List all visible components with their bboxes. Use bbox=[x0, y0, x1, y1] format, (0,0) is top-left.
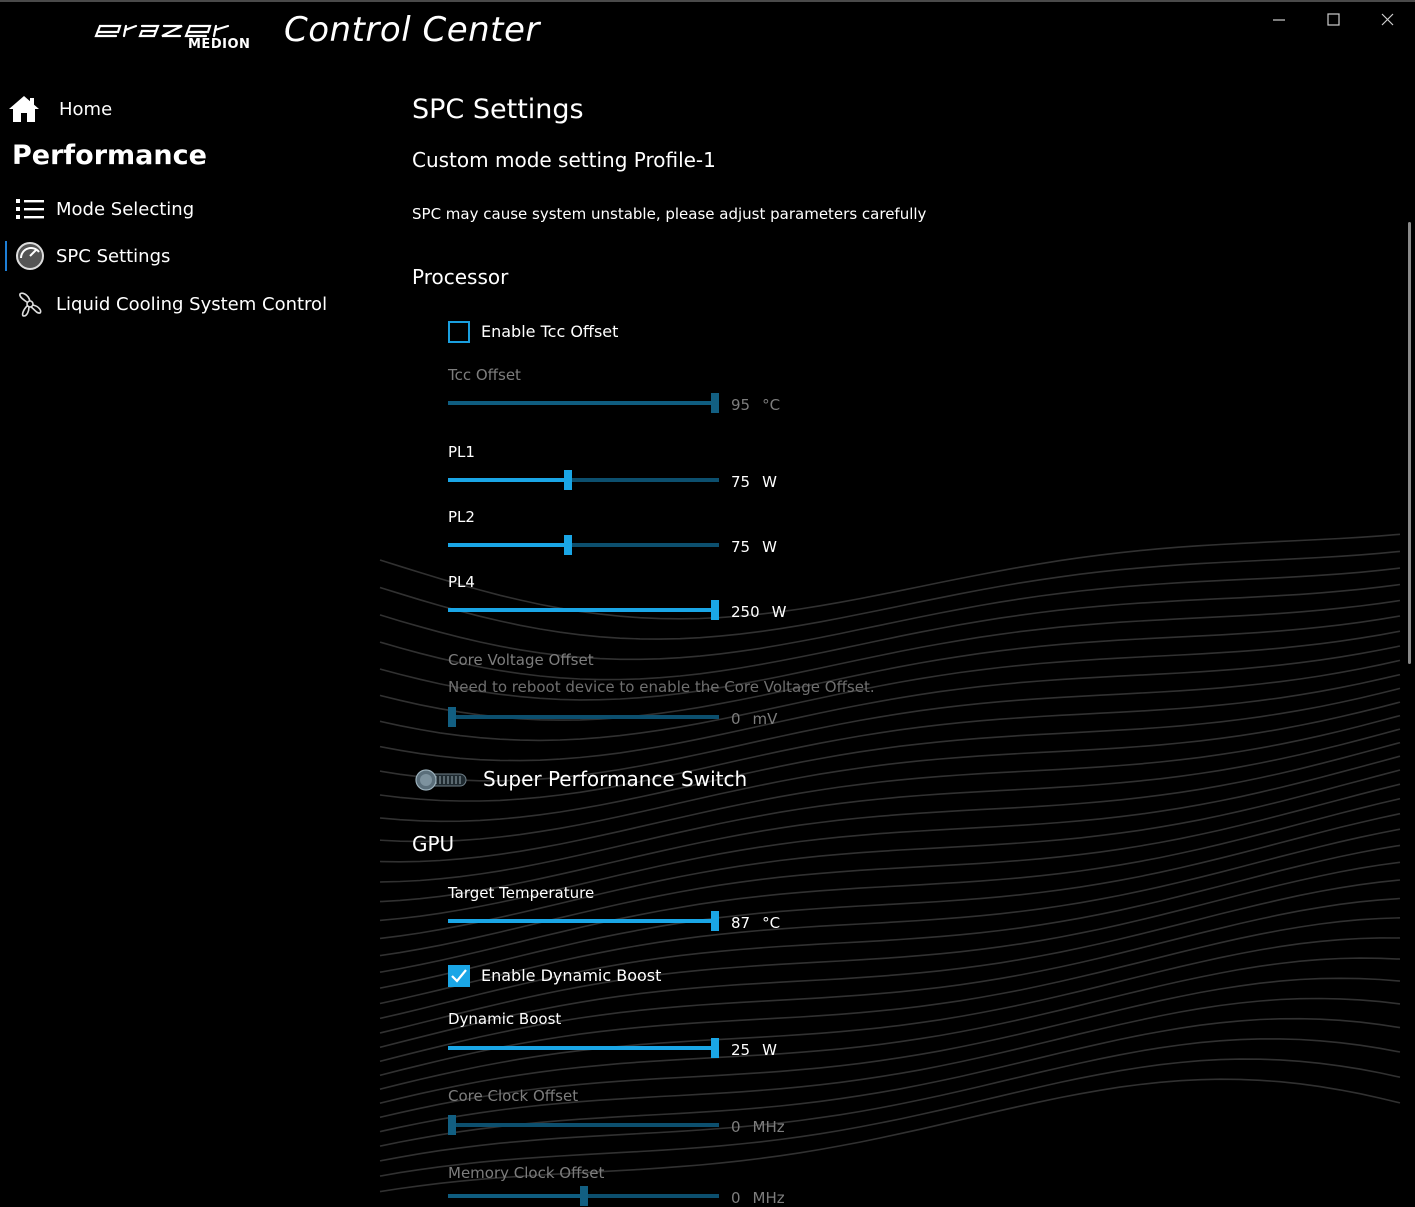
wave-line bbox=[379, 728, 1401, 883]
sidebar-item-label: SPC Settings bbox=[56, 245, 171, 267]
enable-tcc-offset-label: Enable Tcc Offset bbox=[481, 322, 619, 341]
core-clock-offset-slider[interactable] bbox=[448, 1115, 719, 1135]
page-title: SPC Settings bbox=[412, 94, 584, 125]
core-voltage-note: Need to reboot device to enable the Core… bbox=[448, 678, 875, 696]
dynamic-boost-value: 25 W bbox=[731, 1041, 777, 1059]
sidebar-item-spc-settings[interactable]: SPC Settings bbox=[14, 236, 170, 276]
maximize-button[interactable] bbox=[1318, 8, 1348, 32]
pl4-label: PL4 bbox=[448, 573, 475, 591]
pl4-value: 250 W bbox=[731, 603, 787, 621]
active-indicator bbox=[5, 241, 7, 271]
maximize-icon bbox=[1327, 13, 1340, 26]
slider-thumb[interactable] bbox=[580, 1186, 588, 1206]
logo-subtext: MEDION bbox=[188, 37, 251, 52]
close-icon bbox=[1381, 13, 1394, 26]
sidebar-item-liquid-cooling[interactable]: Liquid Cooling System Control bbox=[14, 284, 327, 324]
target-temperature-slider[interactable] bbox=[448, 911, 719, 931]
core-clock-offset-label: Core Clock Offset bbox=[448, 1087, 579, 1105]
window-top-border bbox=[0, 0, 1415, 2]
super-performance-toggle[interactable] bbox=[414, 768, 468, 792]
slider-thumb[interactable] bbox=[711, 393, 719, 413]
pl1-value: 75 W bbox=[731, 473, 777, 491]
slider-thumb[interactable] bbox=[564, 470, 572, 490]
sidebar-item-home[interactable]: Home bbox=[8, 89, 112, 129]
sidebar-item-label: Home bbox=[59, 98, 113, 120]
sidebar-item-label: Liquid Cooling System Control bbox=[56, 293, 328, 315]
enable-tcc-offset-checkbox[interactable] bbox=[448, 321, 470, 343]
profile-subtitle: Custom mode setting Profile-1 bbox=[412, 148, 716, 172]
gpu-heading: GPU bbox=[412, 832, 455, 856]
super-performance-label: Super Performance Switch bbox=[483, 767, 748, 791]
tcc-offset-value: 95 °C bbox=[731, 396, 781, 414]
app-title: Control Center bbox=[284, 10, 540, 50]
pl1-slider[interactable] bbox=[448, 470, 719, 490]
pl4-slider[interactable] bbox=[448, 600, 719, 620]
gauge-icon bbox=[14, 240, 46, 272]
slider-thumb[interactable] bbox=[564, 535, 572, 555]
slider-thumb[interactable] bbox=[711, 600, 719, 620]
core-voltage-offset-label: Core Voltage Offset bbox=[448, 651, 594, 669]
home-icon bbox=[8, 93, 40, 125]
target-temperature-value: 87 °C bbox=[731, 914, 781, 932]
memory-clock-offset-value: 0 MHz bbox=[731, 1189, 785, 1207]
enable-dynamic-boost-label: Enable Dynamic Boost bbox=[481, 966, 662, 985]
core-voltage-offset-value: 0 mV bbox=[731, 710, 778, 728]
slider-thumb[interactable] bbox=[711, 911, 719, 931]
tcc-offset-label: Tcc Offset bbox=[448, 366, 521, 384]
fan-icon bbox=[14, 288, 46, 320]
minimize-icon bbox=[1273, 19, 1285, 21]
pl2-slider[interactable] bbox=[448, 535, 719, 555]
core-clock-offset-value: 0 MHz bbox=[731, 1118, 785, 1136]
pl2-value: 75 W bbox=[731, 538, 777, 556]
sidebar-item-mode-selecting[interactable]: Mode Selecting bbox=[14, 189, 194, 229]
slider-thumb[interactable] bbox=[448, 1115, 456, 1135]
dynamic-boost-label: Dynamic Boost bbox=[448, 1010, 562, 1028]
minimize-button[interactable] bbox=[1264, 8, 1294, 32]
close-button[interactable] bbox=[1372, 8, 1402, 32]
target-temperature-label: Target Temperature bbox=[448, 884, 595, 902]
processor-heading: Processor bbox=[412, 265, 509, 289]
pl2-label: PL2 bbox=[448, 508, 475, 526]
tcc-offset-slider[interactable] bbox=[448, 393, 719, 413]
dynamic-boost-slider[interactable] bbox=[448, 1038, 719, 1058]
checkmark-icon bbox=[451, 969, 467, 983]
sidebar-section-title: Performance bbox=[12, 140, 207, 171]
sidebar-item-label: Mode Selecting bbox=[56, 198, 195, 220]
enable-dynamic-boost-checkbox[interactable] bbox=[448, 965, 470, 987]
memory-clock-offset-label: Memory Clock Offset bbox=[448, 1164, 605, 1182]
list-icon bbox=[14, 193, 46, 225]
vertical-scrollbar[interactable] bbox=[1408, 222, 1411, 664]
memory-clock-offset-slider[interactable] bbox=[448, 1186, 719, 1206]
wave-line bbox=[379, 550, 1401, 640]
slider-thumb[interactable] bbox=[711, 1038, 719, 1058]
pl1-label: PL1 bbox=[448, 443, 475, 461]
slider-thumb[interactable] bbox=[448, 707, 456, 727]
warning-text: SPC may cause system unstable, please ad… bbox=[412, 205, 927, 223]
core-voltage-offset-slider[interactable] bbox=[448, 707, 719, 727]
